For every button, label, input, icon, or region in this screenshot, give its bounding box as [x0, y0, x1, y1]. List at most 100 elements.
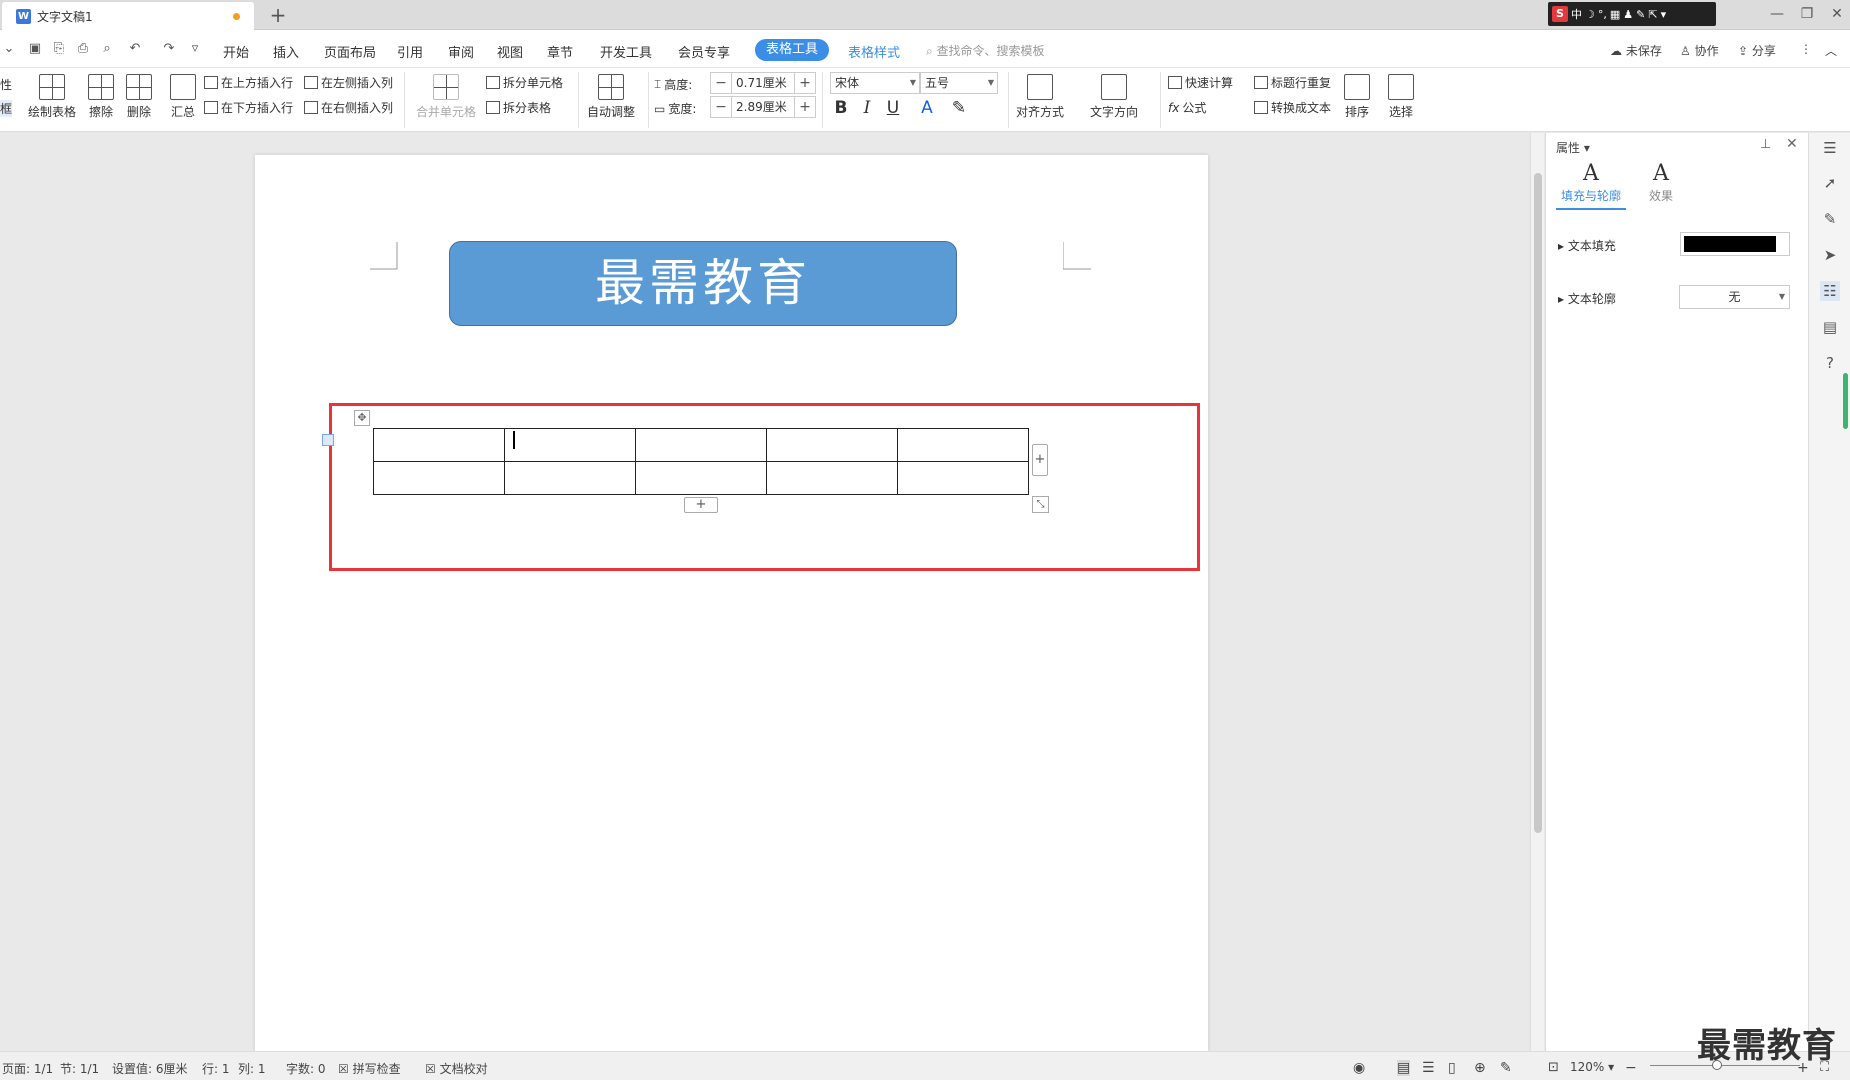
erase-button[interactable]: 擦除 — [88, 74, 114, 120]
underline-button[interactable]: U — [882, 98, 904, 118]
share-button[interactable]: ⇪ 分享 — [1738, 42, 1776, 59]
briefcase-icon[interactable]: ▤ — [1820, 317, 1840, 337]
delete-button[interactable]: 删除 — [126, 74, 152, 120]
new-tab-button[interactable]: + — [266, 3, 290, 27]
menu-view[interactable]: 视图 — [497, 42, 523, 61]
status-col[interactable]: 列: 1 — [238, 1060, 266, 1077]
pen-icon[interactable]: ✎ — [1820, 209, 1840, 229]
table-resize-icon[interactable]: ⤡ — [1032, 496, 1049, 513]
convert-text-button[interactable]: 转换成文本 — [1254, 99, 1331, 116]
collaborate-button[interactable]: ♙ 协作 — [1680, 42, 1719, 59]
align-button[interactable]: 对齐方式 — [1016, 74, 1064, 120]
menu-insert[interactable]: 插入 — [273, 42, 299, 61]
table-cell[interactable] — [635, 428, 767, 462]
add-row-button[interactable]: + — [684, 497, 718, 513]
redo-icon[interactable]: ↷ — [160, 40, 178, 58]
ime-item[interactable]: ♟ — [1623, 8, 1633, 21]
select-button[interactable]: 选择 — [1388, 74, 1414, 120]
add-column-button[interactable]: + — [1032, 444, 1048, 476]
text-fill-row[interactable]: ▸ 文本填充 — [1558, 237, 1616, 254]
document-table[interactable] — [373, 428, 1029, 495]
outline-view-icon[interactable]: ☰ — [1422, 1060, 1435, 1076]
zoom-level[interactable]: 120% ▾ — [1570, 1060, 1614, 1074]
menu-chevron-icon[interactable]: ⌄ — [0, 40, 18, 58]
insert-row-below-button[interactable]: 在下方插入行 — [204, 99, 293, 116]
ime-item[interactable]: ☽ — [1585, 8, 1595, 21]
ime-item[interactable]: ✎ — [1636, 8, 1645, 21]
ribbon-cut-item[interactable]: 性 — [0, 76, 12, 93]
draw-table-button[interactable]: 绘制表格 — [28, 74, 76, 120]
header-repeat-button[interactable]: 标题行重复 — [1254, 74, 1331, 91]
undo-icon[interactable]: ↶ — [126, 40, 144, 58]
spell-check-button[interactable]: ☒ 拼写检查 — [338, 1060, 401, 1077]
merge-cells-button[interactable]: 合并单元格 — [416, 74, 476, 120]
font-name-select[interactable]: 宋体 ▼ — [830, 72, 920, 94]
table-cell[interactable] — [897, 428, 1029, 462]
menu-page-layout[interactable]: 页面布局 — [324, 42, 376, 61]
scrollbar-thumb[interactable] — [1534, 173, 1542, 833]
insert-col-right-button[interactable]: 在右侧插入列 — [304, 99, 393, 116]
pointer-icon[interactable]: ➤ — [1820, 245, 1840, 265]
insert-col-left-button[interactable]: 在左侧插入列 — [304, 74, 393, 91]
close-panel-icon[interactable]: ✕ — [1786, 136, 1798, 152]
pin-icon[interactable]: ⊥ — [1760, 137, 1771, 152]
reading-view-icon[interactable]: ▯ — [1448, 1060, 1456, 1076]
table-cell[interactable] — [373, 461, 505, 495]
text-direction-button[interactable]: 文字方向 — [1090, 74, 1138, 120]
status-section[interactable]: 节: 1/1 — [60, 1060, 99, 1077]
width-value[interactable]: 2.89厘米 — [731, 97, 795, 117]
customize-icon[interactable]: ▿ — [186, 40, 204, 58]
property-settings-icon[interactable]: ☷ — [1820, 281, 1840, 301]
print-preview-icon[interactable]: ⌕ — [98, 40, 116, 58]
print-icon[interactable]: ⎙ — [74, 40, 92, 58]
height-value[interactable]: 0.71厘米 — [731, 73, 795, 93]
highlight-button[interactable]: ✎ — [948, 98, 970, 118]
height-stepper[interactable]: −0.71厘米 + — [710, 72, 816, 94]
insert-row-above-button[interactable]: 在上方插入行 — [204, 74, 293, 91]
row-select-icon[interactable] — [322, 434, 334, 446]
table-cell[interactable] — [897, 461, 1029, 495]
document-tab[interactable]: W 文字文稿1 — [2, 2, 254, 30]
properties-header[interactable]: 属性 ▾ — [1556, 139, 1590, 156]
italic-button[interactable]: I — [856, 98, 878, 118]
auto-fit-button[interactable]: 自动调整 — [587, 74, 635, 120]
minus-icon[interactable]: − — [711, 99, 731, 115]
menu-review[interactable]: 审阅 — [448, 42, 474, 61]
tab-fill-outline[interactable]: A 填充与轮廓 — [1556, 161, 1626, 210]
font-color-button[interactable]: A — [916, 98, 938, 118]
formula-button[interactable]: fx 公式 — [1168, 99, 1206, 116]
table-cell[interactable] — [766, 428, 898, 462]
menu-lines-icon[interactable]: ☰ — [1820, 138, 1840, 158]
ime-item[interactable]: °, — [1598, 8, 1607, 21]
format-painter-icon[interactable]: ⎘ — [50, 40, 68, 58]
ime-item[interactable]: ⇱ — [1648, 8, 1657, 21]
ime-item[interactable]: ▾ — [1661, 8, 1667, 21]
tab-effect[interactable]: A 效果 — [1636, 161, 1686, 204]
rocket-icon[interactable]: ➚ — [1820, 173, 1840, 193]
web-view-icon[interactable]: ⊕ — [1474, 1060, 1486, 1076]
minus-icon[interactable]: − — [711, 75, 731, 91]
menu-table-tools[interactable]: 表格工具 — [755, 39, 829, 61]
menu-chapter[interactable]: 章节 — [547, 42, 573, 61]
unsaved-button[interactable]: ☁ 未保存 — [1610, 42, 1662, 59]
text-outline-row[interactable]: ▸ 文本轮廓 — [1558, 290, 1616, 307]
vertical-scrollbar[interactable] — [1530, 133, 1544, 1051]
status-row[interactable]: 行: 1 — [202, 1060, 230, 1077]
status-words[interactable]: 字数: 0 — [286, 1060, 326, 1077]
close-button[interactable]: ✕ — [1825, 6, 1849, 22]
title-shape[interactable]: 最需教育 — [449, 241, 957, 326]
quick-calc-button[interactable]: 快速计算 — [1168, 74, 1233, 91]
status-page[interactable]: 页面: 1/1 — [2, 1060, 53, 1077]
proofread-button[interactable]: ☒ 文档校对 — [425, 1060, 488, 1077]
writing-mode-icon[interactable]: ✎ — [1500, 1060, 1512, 1076]
table-cell[interactable] — [504, 461, 636, 495]
font-size-select[interactable]: 五号 ▼ — [920, 72, 998, 94]
zoom-out-icon[interactable]: − — [1625, 1060, 1637, 1076]
more-icon[interactable]: ⋮ — [1800, 42, 1812, 56]
split-cells-button[interactable]: 拆分单元格 — [486, 74, 563, 91]
page-view-icon[interactable]: ▤ — [1397, 1060, 1411, 1076]
table-cell[interactable] — [504, 428, 636, 462]
ime-toolbar[interactable]: S 中 ☽ °, ▦ ♟ ✎ ⇱ ▾ — [1548, 2, 1716, 26]
collapse-ribbon-icon[interactable]: ︿ — [1825, 42, 1837, 59]
ime-item[interactable]: 中 — [1571, 6, 1582, 22]
